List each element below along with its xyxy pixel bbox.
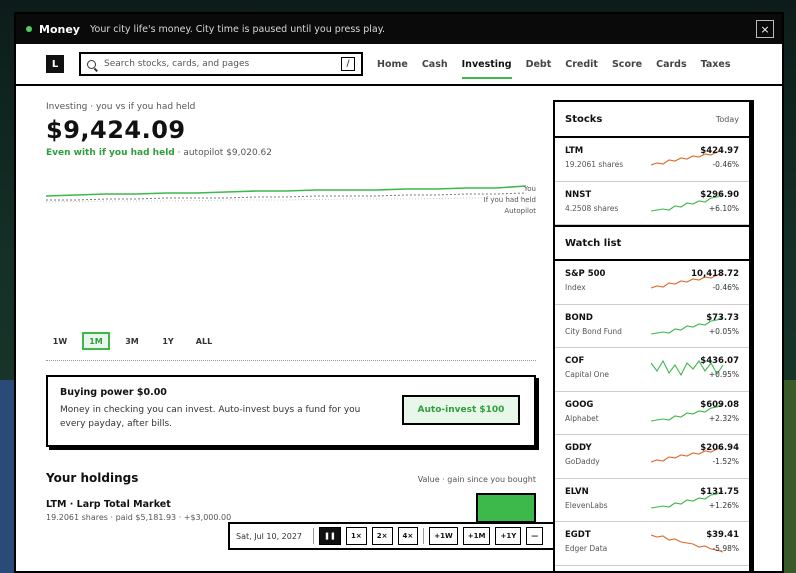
comparison-autopilot: · autopilot $9,020.62: [177, 148, 272, 158]
buying-power-desc: Money in checking you can invest. Auto-i…: [60, 405, 361, 429]
auto-invest-button[interactable]: Auto-invest $100: [402, 395, 520, 425]
ticker-row[interactable]: NNST 4.2508 shares $296.90 +6.10%: [555, 182, 749, 225]
watchlist-list: S&P 500 Index 10,418.72 -0.46% BOND City Bond…: [555, 261, 749, 566]
speed-4x-button[interactable]: 4×: [397, 527, 419, 545]
time-controls: Sat, Jul 10, 2027 ❚❚ 1× 2× 4× +1W +1M +1…: [228, 522, 558, 550]
ticker-price: $609.08: [700, 399, 739, 410]
ticker-change: +6.10%: [708, 203, 739, 213]
legend-held: If you had held: [483, 196, 536, 204]
ticker-row[interactable]: LTM 19.2061 shares $424.97 -0.46%: [555, 138, 749, 182]
holdings-subtitle: Value · gain since you bought: [417, 475, 536, 484]
ticker-row[interactable]: COF Capital One $436.07 +0.95%: [555, 348, 749, 392]
nav-cash[interactable]: Cash: [422, 53, 448, 76]
ticker-change: -5.98%: [712, 544, 739, 553]
ticker-change: -1.52%: [712, 457, 739, 466]
investing-main: Investing · you vs if you had held $9,42…: [16, 88, 552, 571]
range-1m[interactable]: 1M: [82, 332, 110, 350]
app-subtitle: Your city life's money. City time is pau…: [89, 23, 386, 35]
search-icon: [87, 59, 96, 69]
ticker-change: +1.26%: [708, 500, 739, 510]
ticker-row[interactable]: S&P 500 Index 10,418.72 -0.46%: [555, 261, 749, 305]
close-button[interactable]: ×: [756, 20, 774, 38]
chart-legend: You If you had held Autopilot: [484, 184, 536, 217]
stocks-list: LTM 19.2061 shares $424.97 -0.46% NNST 4.2508…: [555, 138, 749, 225]
ticker-price: $296.90: [700, 189, 739, 200]
watchlist-header: Watch list: [555, 225, 749, 261]
jump-1y-button[interactable]: +1Y: [495, 527, 522, 545]
nav-debt[interactable]: Debt: [526, 53, 552, 76]
performance-chart-svg: [46, 185, 527, 203]
markets-panel: Stocks Today LTM 19.2061 shares $424.97 -0.…: [553, 100, 751, 571]
divider: [46, 360, 536, 361]
ticker-price: $206.94: [700, 443, 739, 453]
nav-links: Home Cash Investing Debt Credit Score Ca…: [377, 53, 731, 79]
stocks-header: Stocks Today: [555, 102, 749, 138]
speed-2x-button[interactable]: 2×: [371, 527, 393, 545]
ticker-price: 10,418.72: [691, 269, 739, 279]
ticker-row[interactable]: BOND City Bond Fund $73.73 +0.05%: [555, 305, 749, 348]
performance-chart: You If you had held Autopilot: [46, 168, 536, 318]
breadcrumb: Investing · you vs if you had held: [46, 102, 196, 112]
nav-cards[interactable]: Cards: [656, 53, 687, 76]
stocks-title: Stocks: [565, 113, 603, 125]
speed-1x-button[interactable]: 1×: [346, 527, 367, 545]
ticker-row[interactable]: EGDT Edger Data $39.41 -5.98%: [555, 522, 749, 566]
ticker-change: +0.95%: [708, 370, 739, 379]
holding-detail: 19.2061 shares · paid $5,181.93 · +$3,00…: [46, 513, 232, 522]
background-strip-right: [782, 380, 796, 573]
separator: [313, 528, 315, 544]
current-date: Sat, Jul 10, 2027: [236, 531, 303, 541]
holding-row[interactable]: LTM · Larp Total Market 19.2061 shares ·…: [46, 493, 536, 523]
nav-score[interactable]: Score: [612, 53, 642, 76]
jump-1m-button[interactable]: +1M: [462, 527, 491, 545]
search-shortcut-key: /: [341, 57, 355, 71]
holdings-title: Your holdings: [46, 471, 139, 485]
status-dot-icon: [26, 26, 32, 32]
nav-credit[interactable]: Credit: [565, 53, 598, 76]
ticker-row[interactable]: GDDY GoDaddy $206.94 -1.52%: [555, 435, 749, 479]
nav-taxes[interactable]: Taxes: [701, 53, 731, 76]
app-name: Money: [39, 22, 80, 36]
ticker-row[interactable]: GOOG Alphabet $609.08 +2.32%: [555, 392, 749, 435]
range-3m[interactable]: 3M: [118, 332, 146, 350]
ticker-price: $436.07: [700, 356, 739, 366]
holdings-header: Your holdings Value · gain since you bou…: [46, 471, 536, 485]
ticker-change: +0.05%: [708, 326, 739, 336]
title-bar: Money Your city life's money. City time …: [16, 14, 782, 44]
holding-name: LTM · Larp Total Market: [46, 499, 171, 510]
nav-home[interactable]: Home: [377, 53, 408, 76]
legend-you: You: [523, 185, 536, 193]
range-all[interactable]: ALL: [190, 332, 218, 350]
logo[interactable]: L: [46, 55, 64, 73]
ticker-change: -0.46%: [712, 160, 739, 169]
ticker-price: $131.75: [700, 486, 739, 497]
legend-autopilot: Autopilot: [504, 207, 536, 215]
background-strip-left: [0, 380, 14, 573]
ticker-price: $73.73: [706, 312, 739, 323]
portfolio-value: $9,424.09: [46, 116, 186, 144]
buying-power-card: Buying power $0.00 Money in checking you…: [46, 375, 536, 447]
ticker-change: -0.46%: [712, 283, 739, 292]
nav-investing[interactable]: Investing: [461, 53, 512, 79]
comparison-highlight: Even with if you had held: [46, 148, 175, 158]
ticker-change: +2.32%: [708, 413, 739, 423]
holding-value-badge[interactable]: [476, 493, 536, 523]
minimize-button[interactable]: —: [526, 527, 544, 545]
range-selector: 1W 1M 3M 1Y ALL: [46, 332, 552, 350]
jump-1w-button[interactable]: +1W: [429, 527, 458, 545]
watchlist-title: Watch list: [565, 237, 622, 249]
top-nav: L / Home Cash Investing Debt Credit Scor…: [16, 44, 782, 86]
ticker-price: $39.41: [706, 530, 739, 540]
stocks-period[interactable]: Today: [716, 115, 739, 124]
comparison-line: Even with if you had held · autopilot $9…: [46, 148, 552, 158]
separator: [423, 528, 425, 544]
pause-button[interactable]: ❚❚: [319, 527, 342, 545]
ticker-price: $424.97: [700, 146, 739, 156]
money-app-window: Money Your city life's money. City time …: [14, 12, 784, 573]
ticker-row[interactable]: ELVN ElevenLabs $131.75 +1.26%: [555, 479, 749, 522]
range-1w[interactable]: 1W: [46, 332, 74, 350]
search-input[interactable]: [104, 59, 341, 69]
range-1y[interactable]: 1Y: [154, 332, 182, 350]
search-box[interactable]: /: [79, 52, 363, 76]
